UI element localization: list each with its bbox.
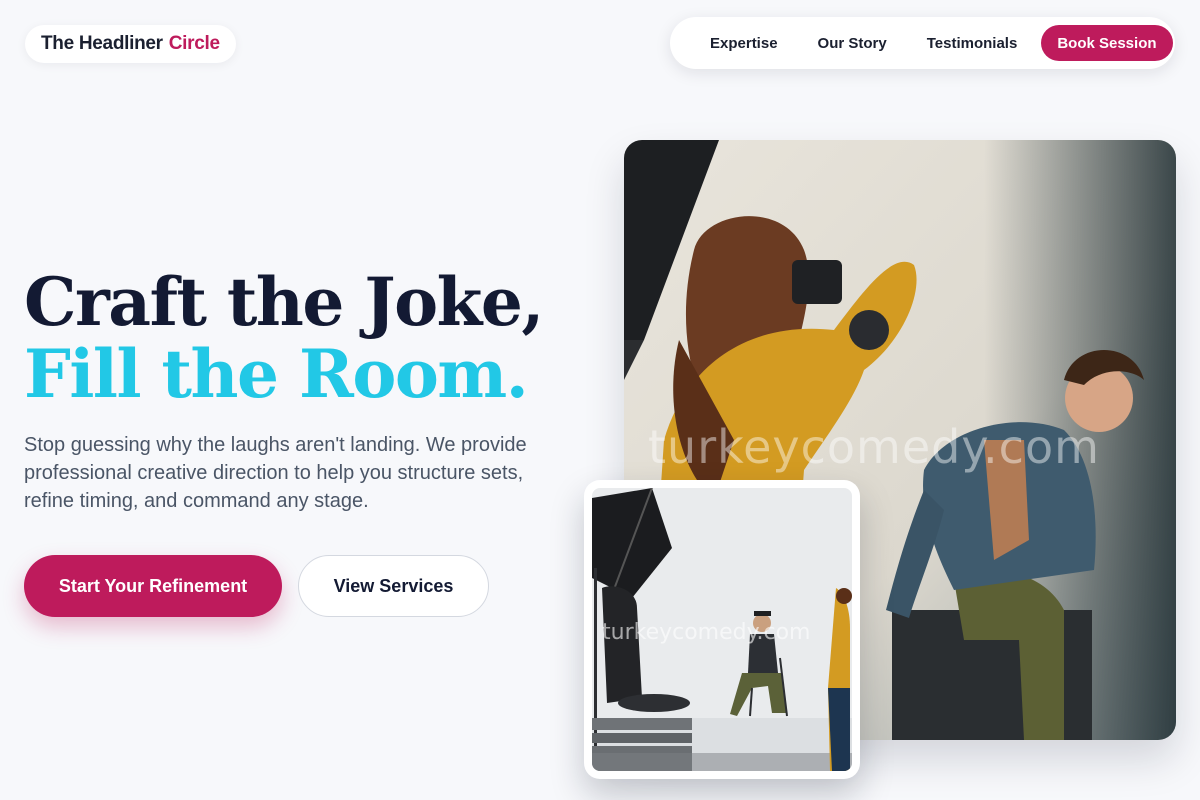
nav-link-testimonials[interactable]: Testimonials (927, 35, 1018, 52)
book-session-button[interactable]: Book Session (1041, 25, 1173, 61)
nav-link-our-story[interactable]: Our Story (818, 35, 887, 52)
top-navigation: Expertise Our Story Testimonials Book Se… (670, 17, 1175, 69)
brand-name-accent: Circle (168, 33, 220, 54)
nav-link-expertise[interactable]: Expertise (710, 35, 778, 52)
hero-photo-inset: turkeycomedy.com (584, 480, 860, 779)
view-services-button[interactable]: View Services (298, 555, 489, 617)
hero-headline-line1: Craft the Joke, (24, 263, 544, 341)
hero-headline: Craft the Joke, Fill the Room. (24, 263, 544, 413)
hero-subtext: Stop guessing why the laughs aren't land… (24, 434, 527, 512)
start-refinement-button[interactable]: Start Your Refinement (24, 555, 282, 617)
brand-name-primary: The Headliner (41, 33, 163, 54)
studio-illustration (592, 488, 852, 771)
brand-logo[interactable]: The Headliner Circle (25, 25, 236, 63)
hero-headline-line2: Fill the Room. (24, 335, 529, 413)
